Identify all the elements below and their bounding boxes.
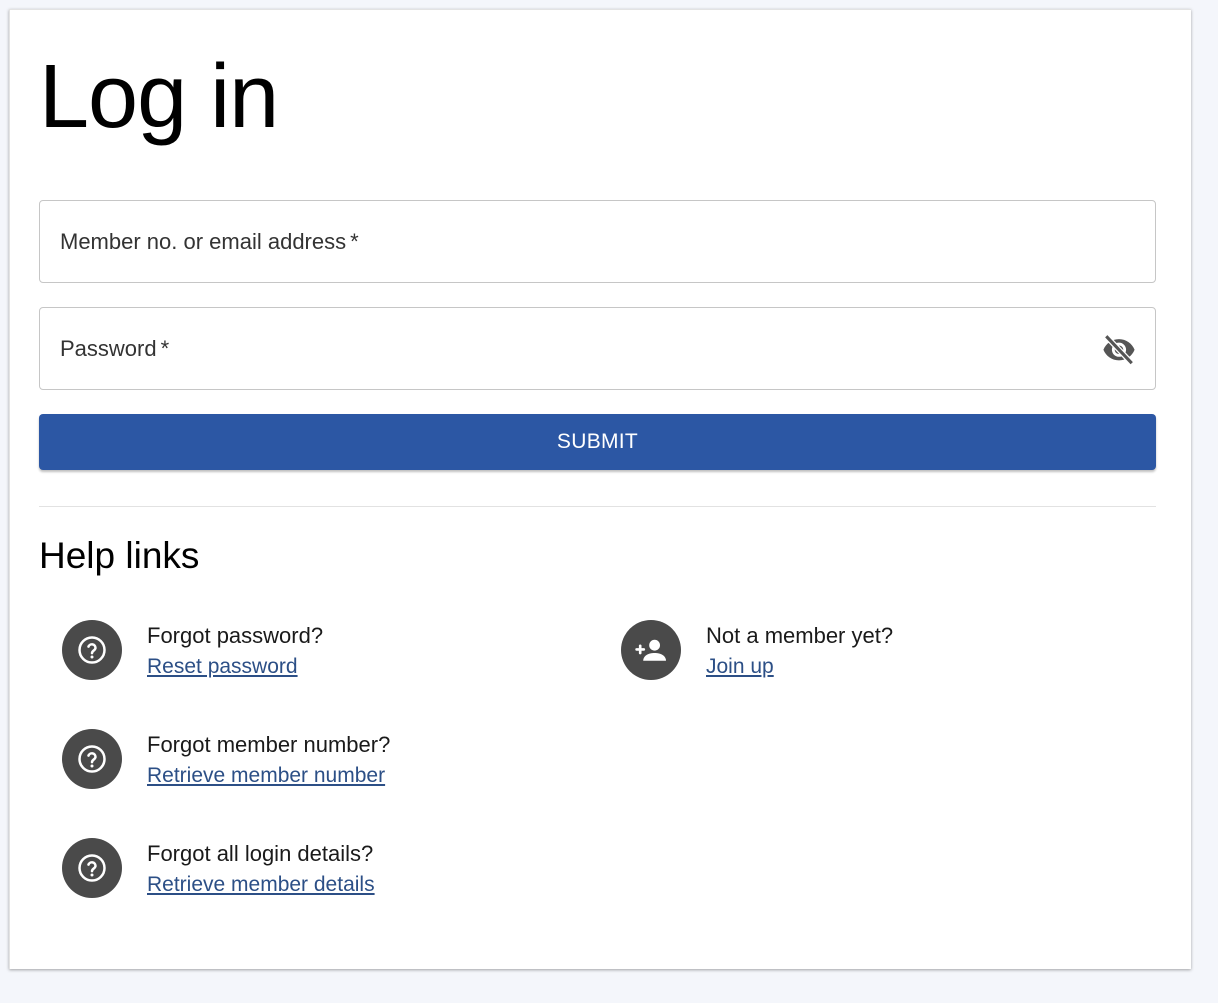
help-circle-icon <box>62 838 122 898</box>
help-links-title: Help links <box>39 535 200 576</box>
password-field[interactable]: Password * <box>39 307 1156 390</box>
join-up-link[interactable]: Join up <box>706 653 893 681</box>
visibility-off-icon[interactable] <box>1101 332 1137 366</box>
help-circle-icon <box>62 729 122 789</box>
reset-password-link[interactable]: Reset password <box>147 653 323 681</box>
login-card: Log in Member no. or email address * Pass… <box>9 9 1191 969</box>
help-question: Forgot all login details? <box>147 841 374 866</box>
submit-button[interactable]: SUBMIT <box>39 414 1156 470</box>
page: Log in Member no. or email address * Pass… <box>0 0 1218 1003</box>
page-title: Log in <box>39 47 279 147</box>
add-user-icon <box>621 620 681 680</box>
retrieve-member-details-link[interactable]: Retrieve member details <box>147 871 375 899</box>
help-question: Forgot member number? <box>147 732 391 757</box>
divider <box>39 506 1156 507</box>
help-item-join-up: Not a member yet? Join up <box>621 620 893 681</box>
help-item-forgot-member-number: Forgot member number? Retrieve member nu… <box>62 729 390 790</box>
help-item-forgot-login-details: Forgot all login details? Retrieve membe… <box>62 838 375 899</box>
email-field[interactable]: Member no. or email address * <box>39 200 1156 283</box>
help-question: Forgot password? <box>147 623 324 648</box>
help-circle-icon <box>62 620 122 680</box>
help-question: Not a member yet? <box>706 623 894 648</box>
retrieve-member-number-link[interactable]: Retrieve member number <box>147 762 390 790</box>
help-item-forgot-password: Forgot password? Reset password <box>62 620 323 681</box>
